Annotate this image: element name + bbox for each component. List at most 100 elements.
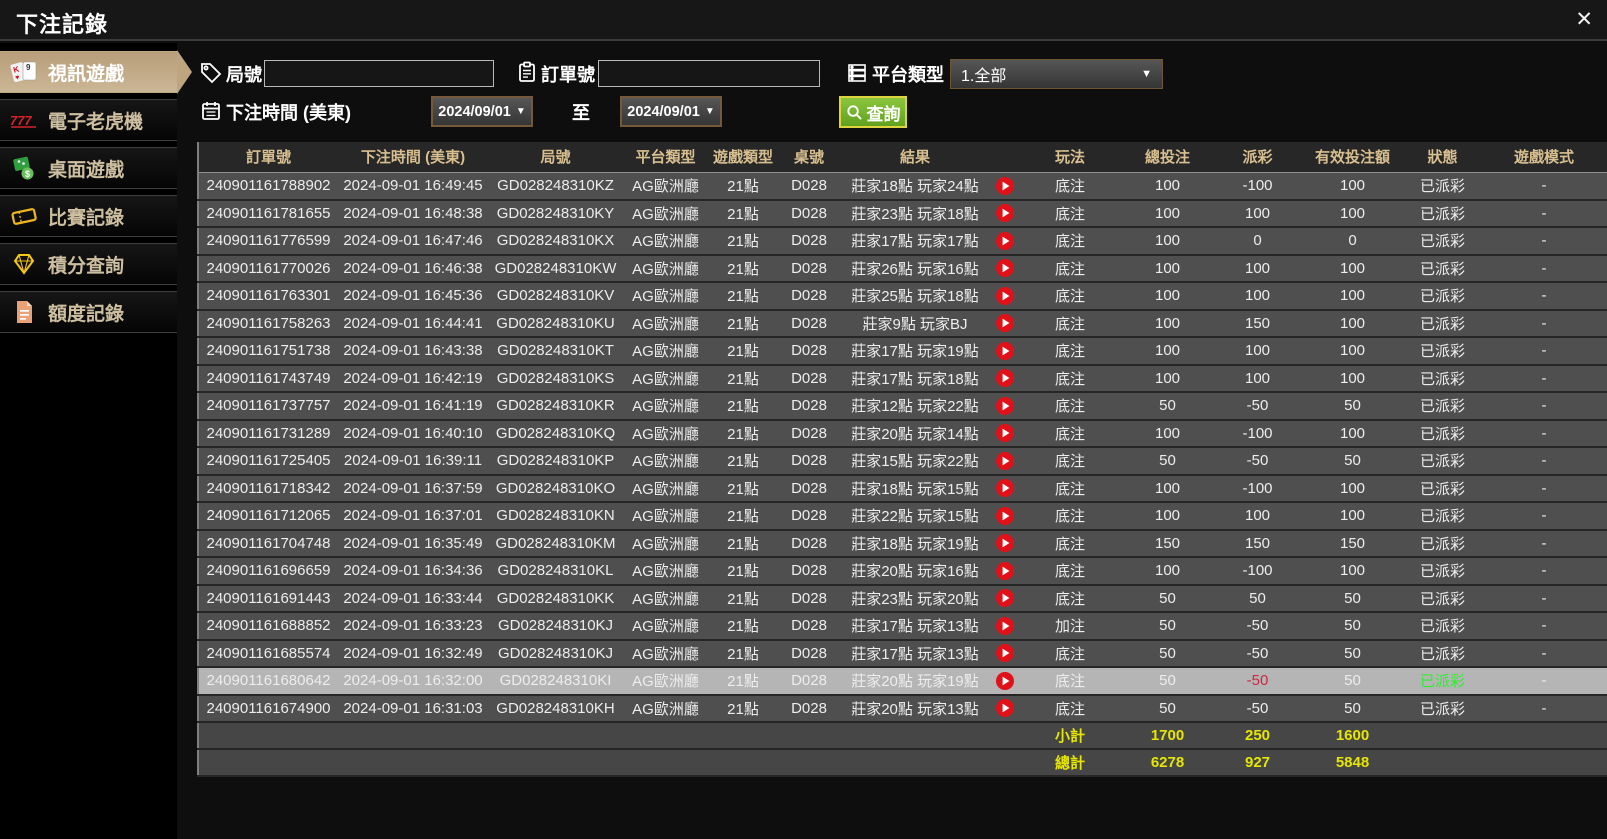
header-game: 遊戲類型	[708, 142, 778, 173]
replay-play-icon[interactable]	[995, 671, 1015, 691]
cell-table-number: D028	[778, 584, 840, 613]
cell-round-number: GD028248310KO	[488, 474, 623, 503]
table-row[interactable]: 240901161691443 2024-09-01 16:33:44 GD02…	[198, 584, 1607, 613]
round-number-input[interactable]	[264, 60, 494, 87]
cell-replay	[990, 199, 1020, 228]
sidebar-item-ticket[interactable]: 比賽記錄	[0, 195, 177, 237]
subtotal-row: 小計 1700 250 1600	[198, 721, 1607, 750]
table-row[interactable]: 240901161696659 2024-09-01 16:34:36 GD02…	[198, 557, 1607, 586]
table-row[interactable]: 240901161685574 2024-09-01 16:32:49 GD02…	[198, 639, 1607, 668]
cell-payout: -100	[1215, 419, 1300, 448]
cell-game-type: 21點	[708, 612, 778, 641]
platform-type-select[interactable]: 1.全部 ▼	[950, 59, 1163, 89]
cell-table-number: D028	[778, 199, 840, 228]
slots-777-icon: 777	[9, 107, 39, 133]
replay-play-icon[interactable]	[995, 698, 1015, 718]
table-row[interactable]: 240901161718342 2024-09-01 16:37:59 GD02…	[198, 474, 1607, 503]
cell-payout: 50	[1215, 584, 1300, 613]
table-row[interactable]: 240901161725405 2024-09-01 16:39:11 GD02…	[198, 447, 1607, 476]
cell-order-number: 240901161712065	[198, 502, 338, 531]
table-row[interactable]: 240901161751738 2024-09-01 16:43:38 GD02…	[198, 337, 1607, 366]
cell-result: 莊家18點 玩家15點	[840, 474, 990, 503]
table-row[interactable]: 240901161674900 2024-09-01 16:31:03 GD02…	[198, 694, 1607, 723]
replay-play-icon[interactable]	[995, 203, 1015, 223]
replay-play-icon[interactable]	[995, 396, 1015, 416]
close-icon[interactable]: ✕	[1575, 8, 1593, 32]
cell-platform: AG歐洲廳	[623, 392, 708, 421]
table-row[interactable]: 240901161776599 2024-09-01 16:47:46 GD02…	[198, 227, 1607, 256]
replay-play-icon[interactable]	[995, 533, 1015, 553]
replay-play-icon[interactable]	[995, 423, 1015, 443]
table-row[interactable]: 240901161712065 2024-09-01 16:37:01 GD02…	[198, 502, 1607, 531]
table-row[interactable]: 240901161731289 2024-09-01 16:40:10 GD02…	[198, 419, 1607, 448]
replay-play-icon[interactable]	[995, 616, 1015, 636]
replay-play-icon[interactable]	[995, 643, 1015, 663]
order-number-input[interactable]	[598, 60, 820, 87]
replay-play-icon[interactable]	[995, 588, 1015, 608]
cell-table-number: D028	[778, 667, 840, 696]
table-row[interactable]: 240901161763301 2024-09-01 16:45:36 GD02…	[198, 282, 1607, 311]
sidebar-item-cards[interactable]: K ♥ 9 視訊遊戲	[0, 51, 177, 93]
replay-play-icon[interactable]	[995, 561, 1015, 581]
cell-result: 莊家20點 玩家14點	[840, 419, 990, 448]
cell-round-number: GD028248310KI	[488, 667, 623, 696]
table-row[interactable]: 240901161688852 2024-09-01 16:33:23 GD02…	[198, 612, 1607, 641]
table-row[interactable]: 240901161770026 2024-09-01 16:46:38 GD02…	[198, 254, 1607, 283]
date-from-select[interactable]: 2024/09/01 ▼	[431, 96, 533, 127]
sidebar-item-diamond[interactable]: 積分查詢	[0, 243, 177, 285]
search-button[interactable]: 查詢	[839, 96, 907, 128]
cell-valid-bet: 100	[1300, 254, 1405, 283]
replay-play-icon[interactable]	[995, 313, 1015, 333]
table-row[interactable]: 240901161781655 2024-09-01 16:48:38 GD02…	[198, 199, 1607, 228]
replay-play-icon[interactable]	[995, 176, 1015, 196]
cell-order-number: 240901161718342	[198, 474, 338, 503]
replay-play-icon[interactable]	[995, 341, 1015, 361]
sidebar-item-slots-777[interactable]: 777 電子老虎機	[0, 99, 177, 141]
cell-valid-bet: 0	[1300, 227, 1405, 256]
cell-result: 莊家20點 玩家16點	[840, 557, 990, 586]
dice-icon: $	[9, 155, 39, 181]
cell-payout: 100	[1215, 337, 1300, 366]
replay-play-icon[interactable]	[995, 286, 1015, 306]
table-row[interactable]: 240901161758263 2024-09-01 16:44:41 GD02…	[198, 309, 1607, 338]
search-icon	[846, 104, 863, 121]
cell-replay	[990, 502, 1020, 531]
cell-platform: AG歐洲廳	[623, 227, 708, 256]
replay-play-icon[interactable]	[995, 258, 1015, 278]
cell-order-number: 240901161685574	[198, 639, 338, 668]
cell-replay	[990, 584, 1020, 613]
cell-payout: 100	[1215, 282, 1300, 311]
table-row[interactable]: 240901161737757 2024-09-01 16:41:19 GD02…	[198, 392, 1607, 421]
replay-play-icon[interactable]	[995, 368, 1015, 388]
sidebar-item-label: 比賽記錄	[48, 207, 125, 229]
cell-bet-time: 2024-09-01 16:37:59	[338, 474, 488, 503]
cell-payout: -100	[1215, 557, 1300, 586]
replay-play-icon[interactable]	[995, 451, 1015, 471]
replay-play-icon[interactable]	[995, 231, 1015, 251]
table-row[interactable]: 240901161788902 2024-09-01 16:49:45 GD02…	[198, 172, 1607, 201]
cell-replay	[990, 667, 1020, 696]
cell-platform: AG歐洲廳	[623, 282, 708, 311]
cell-total-bet: 50	[1120, 584, 1215, 613]
date-to-select[interactable]: 2024/09/01 ▼	[620, 96, 722, 127]
table-row[interactable]: 240901161704748 2024-09-01 16:35:49 GD02…	[198, 529, 1607, 558]
replay-play-icon[interactable]	[995, 478, 1015, 498]
cell-payout: -50	[1215, 612, 1300, 641]
cell-platform: AG歐洲廳	[623, 474, 708, 503]
cell-bet-time: 2024-09-01 16:33:23	[338, 612, 488, 641]
table-row[interactable]: 240901161743749 2024-09-01 16:42:19 GD02…	[198, 364, 1607, 393]
cell-play-type: 底注	[1020, 337, 1120, 366]
server-icon	[846, 62, 868, 84]
replay-play-icon[interactable]	[995, 506, 1015, 526]
sidebar-item-document[interactable]: 額度記錄	[0, 291, 177, 333]
cell-game-mode: -	[1480, 502, 1607, 531]
table-row[interactable]: 240901161680642 2024-09-01 16:32:00 GD02…	[198, 667, 1607, 696]
cell-total-bet: 50	[1120, 447, 1215, 476]
cell-play-type: 底注	[1020, 392, 1120, 421]
sidebar-item-label: 積分查詢	[48, 255, 125, 277]
sidebar-item-dice[interactable]: $ 桌面遊戲	[0, 147, 177, 189]
cell-table-number: D028	[778, 447, 840, 476]
cell-payout: 0	[1215, 227, 1300, 256]
cell-table-number: D028	[778, 474, 840, 503]
cell-round-number: GD028248310KN	[488, 502, 623, 531]
